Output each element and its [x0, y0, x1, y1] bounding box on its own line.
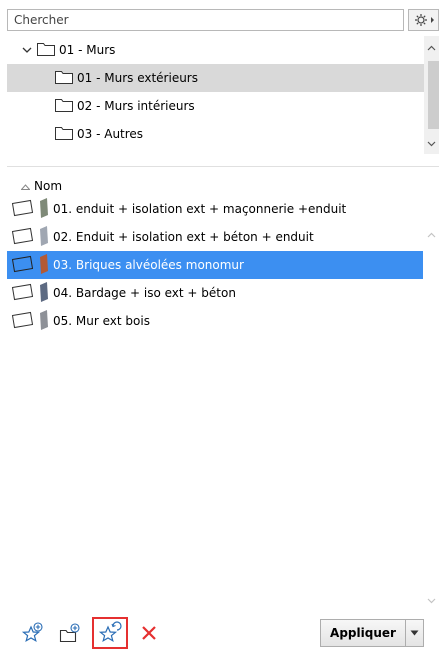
star-add-icon: [21, 622, 43, 643]
column-header-label: Nom: [34, 179, 63, 193]
list-item[interactable]: 05. Mur ext bois: [7, 307, 423, 335]
caret-down-icon: [410, 630, 419, 636]
list-item-label: 03. Briques alvéolées monomur: [53, 258, 244, 272]
tree-item-autres[interactable]: 03 - Autres: [7, 120, 424, 148]
settings-button[interactable]: [408, 9, 439, 31]
tree-item-label: 01 - Murs: [59, 43, 116, 57]
delete-button[interactable]: [136, 620, 162, 646]
tree-item-label: 02 - Murs intérieurs: [77, 99, 195, 113]
new-folder-button[interactable]: [57, 620, 83, 646]
flag-icon: [11, 311, 35, 332]
panel-divider: [7, 166, 439, 167]
list-scrollbar[interactable]: [424, 195, 439, 605]
delete-x-icon: [142, 626, 156, 640]
star-redefine-icon: [98, 621, 122, 643]
flag-icon: [11, 199, 35, 220]
column-header-nom[interactable]: Nom: [7, 177, 423, 195]
tree-item-murs-exterieurs[interactable]: 01 - Murs extérieurs: [7, 64, 424, 92]
apply-button-label: Appliquer: [330, 626, 396, 640]
wall-swatch-icon: [39, 197, 49, 222]
flag-icon: [11, 255, 35, 276]
list-item-label: 04. Bardage + iso ext + béton: [53, 286, 236, 300]
category-tree: 01 - Murs 01 - Murs extérieurs 02 - Murs…: [7, 36, 439, 154]
folder-add-icon: [59, 623, 80, 643]
list-item[interactable]: 02. Enduit + isolation ext + béton + end…: [7, 223, 423, 251]
composite-list: 01. enduit + isolation ext + maçonnerie …: [7, 195, 423, 605]
scroll-down-icon[interactable]: [424, 593, 439, 608]
list-item[interactable]: 04. Bardage + iso ext + béton: [7, 279, 423, 307]
wall-swatch-icon: [39, 281, 49, 306]
flag-icon: [11, 227, 35, 248]
wall-swatch-icon: [39, 253, 49, 278]
search-field[interactable]: [7, 9, 404, 31]
list-item-label: 02. Enduit + isolation ext + béton + end…: [53, 230, 314, 244]
apply-button[interactable]: Appliquer: [320, 619, 406, 647]
gear-icon: [414, 14, 434, 26]
new-favorite-button[interactable]: [20, 620, 46, 646]
list-item[interactable]: 01. enduit + isolation ext + maçonnerie …: [7, 195, 423, 223]
tree-item-label: 01 - Murs extérieurs: [77, 71, 198, 85]
scroll-thumb[interactable]: [428, 61, 439, 129]
list-item-label: 01. enduit + isolation ext + maçonnerie …: [53, 202, 347, 216]
folder-icon: [55, 126, 73, 143]
redefine-favorite-button[interactable]: [92, 617, 128, 649]
folder-icon: [37, 42, 55, 59]
flag-icon: [11, 283, 35, 304]
tree-item-murs[interactable]: 01 - Murs: [7, 36, 424, 64]
scroll-down-icon[interactable]: [424, 136, 439, 151]
tree-item-murs-interieurs[interactable]: 02 - Murs intérieurs: [7, 92, 424, 120]
folder-icon: [55, 70, 73, 87]
tree-item-label: 03 - Autres: [77, 127, 144, 141]
bottom-toolbar: Appliquer: [0, 612, 445, 656]
apply-dropdown-button[interactable]: [405, 619, 424, 647]
list-item-label: 05. Mur ext bois: [53, 314, 150, 328]
folder-icon: [55, 98, 73, 115]
chevron-down-icon[interactable]: [22, 43, 32, 57]
wall-swatch-icon: [39, 309, 49, 334]
scroll-up-icon[interactable]: [424, 40, 439, 55]
list-item[interactable]: 03. Briques alvéolées monomur: [7, 251, 423, 279]
sort-ascending-icon: [20, 179, 31, 193]
search-input[interactable]: [8, 10, 403, 30]
tree-scrollbar[interactable]: [424, 36, 439, 154]
scroll-up-icon[interactable]: [424, 227, 439, 242]
wall-swatch-icon: [39, 225, 49, 250]
